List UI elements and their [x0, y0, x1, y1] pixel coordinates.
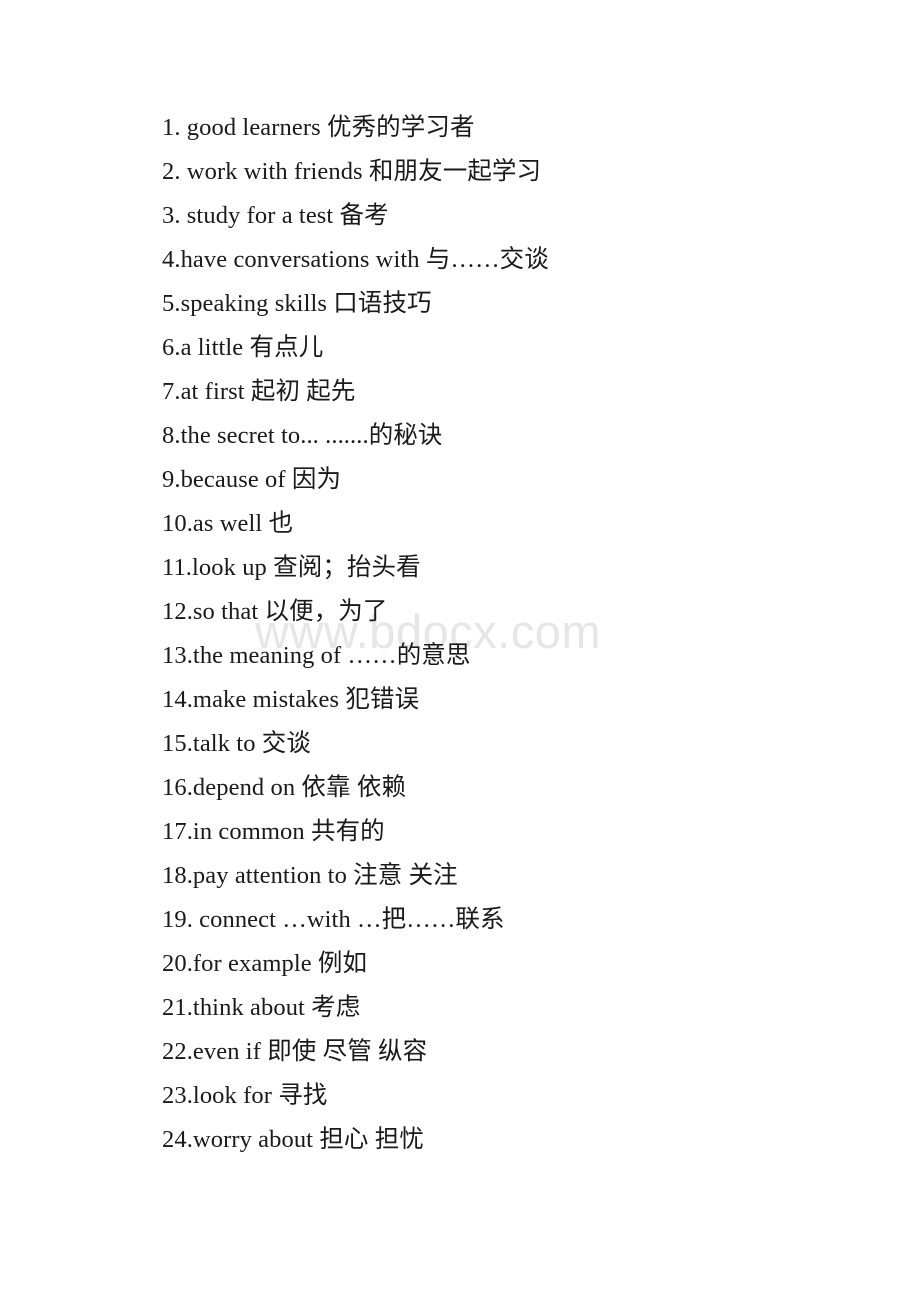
vocabulary-entry: 8.the secret to... .......的秘诀	[162, 422, 443, 449]
vocabulary-entry: 11.look up 查阅；抬头看	[162, 554, 421, 581]
vocabulary-entry: 4.have conversations with 与……交谈	[162, 246, 549, 273]
vocabulary-entry: 12.so that 以便，为了	[162, 598, 388, 625]
vocabulary-entry: 5.speaking skills 口语技巧	[162, 290, 432, 317]
vocabulary-entry: 10.as well 也	[162, 510, 294, 537]
vocabulary-entry: 6.a little 有点儿	[162, 334, 324, 361]
vocabulary-entry: 21.think about 考虑	[162, 994, 361, 1021]
vocabulary-entry: 7.at first 起初 起先	[162, 378, 356, 405]
vocabulary-entry: 3. study for a test 备考	[162, 202, 389, 229]
vocabulary-entry: 20.for example 例如	[162, 950, 368, 977]
vocabulary-entry: 23.look for 寻找	[162, 1082, 328, 1109]
vocabulary-entry: 1. good learners 优秀的学习者	[162, 114, 475, 141]
vocabulary-entry: 17.in common 共有的	[162, 818, 385, 845]
vocabulary-entry: 19. connect …with …把……联系	[162, 906, 505, 933]
vocabulary-entry: 18.pay attention to 注意 关注	[162, 862, 458, 889]
vocabulary-entry: 2. work with friends 和朋友一起学习	[162, 158, 542, 185]
vocabulary-entry: 9.because of 因为	[162, 466, 342, 493]
vocabulary-entry: 24.worry about 担心 担忧	[162, 1126, 424, 1153]
document-page: www.bdocx.com 1. good learners 优秀的学习者 2. …	[0, 0, 920, 1302]
vocabulary-list: 1. good learners 优秀的学习者 2. work with frie…	[162, 106, 862, 1162]
vocabulary-entry: 15.talk to 交谈	[162, 730, 311, 757]
vocabulary-entry: 13.the meaning of ……的意思	[162, 642, 471, 669]
vocabulary-entry: 14.make mistakes 犯错误	[162, 686, 420, 713]
vocabulary-entry: 22.even if 即使 尽管 纵容	[162, 1038, 428, 1065]
vocabulary-entry: 16.depend on 依靠 依赖	[162, 774, 407, 801]
